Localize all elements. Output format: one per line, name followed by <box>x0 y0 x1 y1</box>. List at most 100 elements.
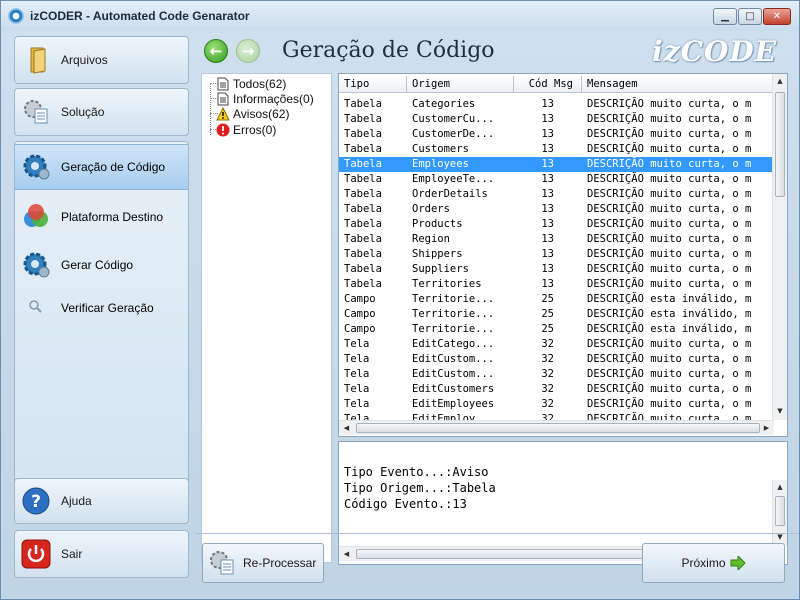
table-row[interactable]: Campo Territorie... 25 DESCRIÇÃO esta invál… <box>339 307 774 322</box>
scroll-left-arrow-icon[interactable]: ◀ <box>339 421 354 435</box>
scroll-down-arrow-icon[interactable]: ▼ <box>773 404 787 419</box>
column-header-mensagem[interactable]: Mensagem <box>582 76 774 92</box>
cell-cod-msg: 13 <box>541 173 554 185</box>
cell-cod-msg: 13 <box>541 248 554 260</box>
table-row[interactable]: Campo Territorie... 25 DESCRIÇÃO esta invál… <box>339 292 774 307</box>
table-row[interactable]: Tela EditCustom... 32 DESCRIÇÃO muito curta… <box>339 352 774 367</box>
table-row[interactable]: Tela EditEmploy... 32 DESCRIÇÃO muito curta… <box>339 412 774 420</box>
reprocess-label: Re-Processar <box>243 556 317 570</box>
reprocess-gear-icon <box>210 551 234 575</box>
table-row[interactable]: Tabela Region 13 DESCRIÇÃO muito curta, o m <box>339 232 774 247</box>
scroll-left-arrow-icon[interactable]: ◀ <box>339 547 354 561</box>
sidebar-item-arquivos[interactable]: Arquivos <box>14 36 189 84</box>
table-row[interactable]: Tabela Products 13 DESCRIÇÃO muito curta, o… <box>339 217 774 232</box>
scroll-thumb[interactable] <box>356 423 760 433</box>
sidebar-item-gerar-codigo[interactable]: Gerar Código <box>15 242 188 288</box>
cell-tipo: Campo <box>344 308 376 320</box>
grid-header: Tipo Origem Cód Msg Mensagem <box>339 76 774 93</box>
cell-cod-msg: 32 <box>541 353 554 365</box>
cell-origem: Region <box>412 233 450 245</box>
sidebar-item-verificar-geracao[interactable]: Verificar Geração <box>15 288 188 328</box>
column-header-origem[interactable]: Origem <box>407 76 514 92</box>
table-row[interactable]: Tabela Shippers 13 DESCRIÇÃO muito curta, o… <box>339 247 774 262</box>
wizard-step-panel: Geração de Código Plataforma Destino Ger… <box>14 141 189 499</box>
sidebar-item-plataforma-destino[interactable]: Plataforma Destino <box>15 194 188 240</box>
scroll-thumb[interactable] <box>775 496 785 526</box>
cell-origem: EditCatego... <box>412 338 495 350</box>
tree-item-informacoes[interactable]: Informações(0) <box>216 91 314 106</box>
table-row[interactable]: Tabela Customers 13 DESCRIÇÃO muito curta, … <box>339 142 774 157</box>
table-row[interactable]: Tabela OrderDetails 13 DESCRIÇÃO muito curt… <box>339 187 774 202</box>
sidebar-item-solucao[interactable]: Solução <box>14 88 189 136</box>
table-row[interactable]: Tela EditCustom... 32 DESCRIÇÃO muito curta… <box>339 367 774 382</box>
sidebar-item-label: Plataforma Destino <box>61 210 164 224</box>
minimize-button[interactable]: ▁ <box>713 8 737 25</box>
sidebar-item-geracao-de-codigo[interactable]: Geração de Código <box>15 144 188 190</box>
table-row[interactable]: Tabela EmployeeTe... 13 DESCRIÇÃO muito cur… <box>339 172 774 187</box>
grid-vertical-scrollbar[interactable]: ▲ ▼ <box>772 74 787 420</box>
sidebar-item-label: Sair <box>61 547 83 561</box>
cell-cod-msg: 13 <box>541 158 554 170</box>
power-icon <box>21 539 51 569</box>
cell-mensagem: DESCRIÇÃO esta inválido, m <box>587 308 752 320</box>
table-row[interactable]: Tela EditCatego... 32 DESCRIÇÃO muito curta… <box>339 337 774 352</box>
cell-tipo: Tela <box>344 383 370 395</box>
table-row[interactable]: Tela EditEmployees 32 DESCRIÇÃO muito curta… <box>339 397 774 412</box>
table-row[interactable]: Tela EditCustomers 32 DESCRIÇÃO muito curta… <box>339 382 774 397</box>
cell-mensagem: DESCRIÇÃO muito curta, o m <box>587 278 752 290</box>
tree-item-avisos[interactable]: Avisos(62) <box>216 106 289 121</box>
table-row[interactable]: Tabela Employees 13 DESCRIÇÃO muito curta, … <box>339 157 774 172</box>
table-row[interactable]: Tabela Territories 13 DESCRIÇÃO muito curta… <box>339 277 774 292</box>
reprocess-button[interactable]: Re-Processar <box>202 543 324 583</box>
cell-cod-msg: 13 <box>541 143 554 155</box>
gear-icon <box>23 252 50 278</box>
cell-cod-msg: 13 <box>541 263 554 275</box>
table-row[interactable]: Tabela Suppliers 13 DESCRIÇÃO muito curta, … <box>339 262 774 277</box>
cell-origem: Employees <box>412 158 469 170</box>
sidebar-item-sair[interactable]: Sair <box>14 530 189 578</box>
detail-vertical-scrollbar[interactable]: ▲ ▼ <box>772 480 787 546</box>
cell-tipo: Tela <box>344 353 370 365</box>
next-label: Próximo <box>681 556 726 570</box>
title-bar[interactable]: izCODER - Automated Code Genarator ▁ □ ✕ <box>1 1 799 31</box>
cell-tipo: Tabela <box>344 188 382 200</box>
cell-origem: CustomerDe... <box>412 128 495 140</box>
cell-origem: EditCustomers <box>412 383 495 395</box>
tree-item-erros[interactable]: Erros(0) <box>216 122 276 137</box>
cell-cod-msg: 13 <box>541 278 554 290</box>
table-row[interactable]: Tabela Orders 13 DESCRIÇÃO muito curta, o m <box>339 202 774 217</box>
cell-cod-msg: 13 <box>541 203 554 215</box>
warning-icon <box>216 106 230 120</box>
sidebar-item-ajuda[interactable]: ? Ajuda <box>14 478 189 524</box>
forward-button[interactable]: → <box>236 39 260 63</box>
cell-cod-msg: 13 <box>541 128 554 140</box>
cell-mensagem: DESCRIÇÃO muito curta, o m <box>587 248 752 260</box>
table-row[interactable]: Tabela CustomerCu... 13 DESCRIÇÃO muito cur… <box>339 112 774 127</box>
scroll-up-arrow-icon[interactable]: ▲ <box>773 74 787 89</box>
grid-horizontal-scrollbar[interactable]: ◀ ▶ <box>339 420 774 435</box>
table-row[interactable]: Tabela Categories 13 DESCRIÇÃO muito curta,… <box>339 97 774 112</box>
izcode-logo: izCODE <box>652 35 777 68</box>
tree-item-todos[interactable]: Todos(62) <box>216 76 286 91</box>
cell-mensagem: DESCRIÇÃO muito curta, o m <box>587 263 752 275</box>
tree-item-label: Todos(62) <box>233 76 287 91</box>
scroll-thumb[interactable] <box>775 92 785 197</box>
column-header-tipo[interactable]: Tipo <box>339 76 407 92</box>
cell-origem: Territorie... <box>412 293 495 305</box>
scroll-up-arrow-icon[interactable]: ▲ <box>773 480 787 495</box>
scroll-right-arrow-icon[interactable]: ▶ <box>759 421 774 435</box>
magnifier-icon <box>29 300 42 313</box>
cell-origem: Territories <box>412 278 482 290</box>
cell-mensagem: DESCRIÇÃO muito curta, o m <box>587 398 752 410</box>
column-header-cod-msg[interactable]: Cód Msg <box>514 76 582 92</box>
back-button[interactable]: ← <box>204 39 228 63</box>
maximize-button[interactable]: □ <box>738 8 762 25</box>
table-row[interactable]: Campo Territorie... 25 DESCRIÇÃO esta invál… <box>339 322 774 337</box>
close-button[interactable]: ✕ <box>763 8 791 25</box>
cell-mensagem: DESCRIÇÃO muito curta, o m <box>587 203 752 215</box>
cell-cod-msg: 25 <box>541 308 554 320</box>
footer-divider <box>195 533 799 534</box>
table-row[interactable]: Tabela CustomerDe... 13 DESCRIÇÃO muito cur… <box>339 127 774 142</box>
cell-tipo: Tela <box>344 368 370 380</box>
next-button[interactable]: Próximo <box>642 543 785 583</box>
